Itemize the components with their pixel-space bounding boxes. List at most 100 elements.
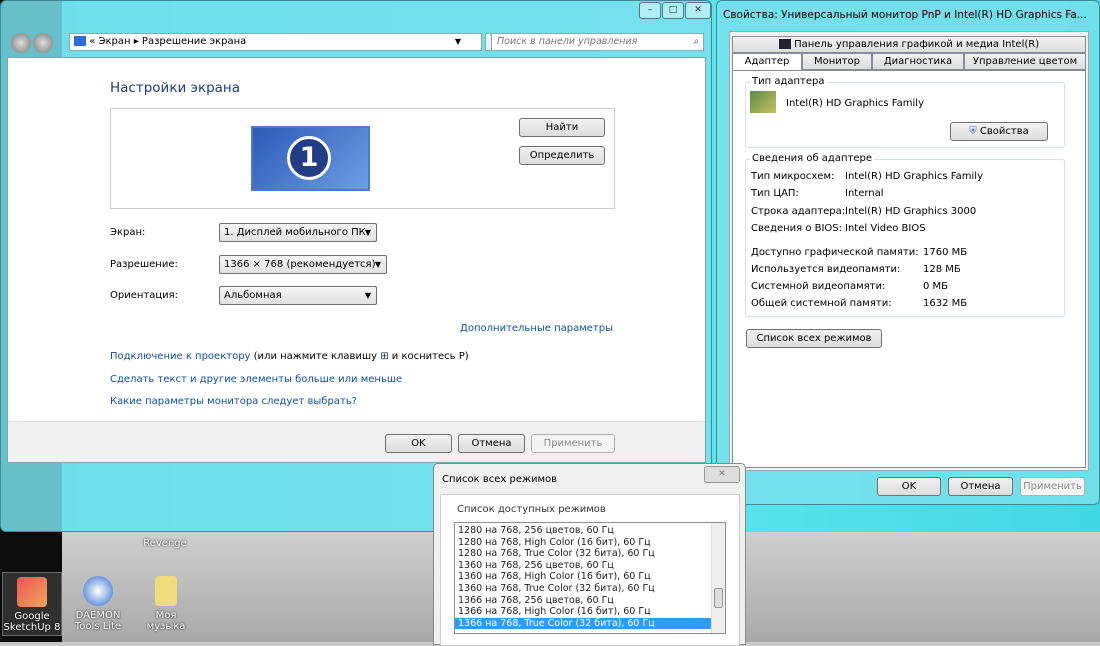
resolution-value: 1366 × 768 (рекомендуется) xyxy=(224,259,376,270)
memory-value: 1632 МБ xyxy=(923,298,968,309)
modes-list[interactable]: 1280 на 768, 256 цветов, 60 Гц 1280 на 76… xyxy=(454,522,726,634)
adapter-info-group: Сведения об адаптере xyxy=(745,153,1065,317)
monitor-preview: 1 Найти Определить xyxy=(110,108,615,209)
desktop-icon-revenge[interactable]: Revenge xyxy=(135,538,195,549)
tab-monitor[interactable]: Монитор xyxy=(802,53,872,70)
memory-value: 1760 МБ xyxy=(923,247,968,258)
display-select[interactable]: 1. Дисплей мобильного ПК ▼ xyxy=(219,223,377,242)
back-forward-buttons[interactable] xyxy=(9,31,57,55)
desktop-icon-my-music[interactable]: Моя музыка xyxy=(136,576,196,632)
memory-label: Доступно графической памяти: xyxy=(751,247,919,258)
orientation-value: Альбомная xyxy=(224,290,282,301)
apply-button[interactable]: Применить xyxy=(1020,477,1085,496)
back-icon[interactable] xyxy=(11,33,31,53)
address-bar[interactable]: « Экран ▸ Разрешение экрана ▼ xyxy=(69,33,482,51)
projector-hint: (или нажмите клавишу xyxy=(253,351,378,362)
search-input[interactable]: Поиск в панели управления ⌕ xyxy=(491,33,704,51)
info-value: Intel(R) HD Graphics 3000 xyxy=(845,206,977,217)
mode-item[interactable]: 1280 на 768, 256 цветов, 60 Гц xyxy=(455,525,712,537)
forward-icon[interactable] xyxy=(33,33,53,53)
mode-item[interactable]: 1360 на 768, True Color (32 бита), 60 Гц xyxy=(455,583,712,595)
group-title: Тип адаптера xyxy=(750,76,827,87)
button-bar: OK Отмена Применить xyxy=(8,421,705,462)
info-label: Сведения о BIOS: xyxy=(751,223,843,234)
resolution-label: Разрешение: xyxy=(110,259,178,270)
tab-diagnostics[interactable]: Диагностика xyxy=(872,53,964,70)
tab-intel-graphics-panel[interactable]: Панель управления графикой и медиа Intel… xyxy=(732,36,1086,53)
all-modes-dialog: Список всех режимов ✕ Список доступных р… xyxy=(433,463,746,646)
minimize-button[interactable]: – xyxy=(639,2,661,19)
scrollbar-thumb[interactable] xyxy=(714,588,723,608)
info-value: Intel Video BIOS xyxy=(845,223,926,234)
mode-item[interactable]: 1366 на 768, 256 цветов, 60 Гц xyxy=(455,595,712,607)
mode-item[interactable]: 1280 на 768, High Color (16 бит), 60 Гц xyxy=(455,537,712,549)
cancel-button[interactable]: Отмена xyxy=(948,477,1013,496)
orientation-select[interactable]: Альбомная ▼ xyxy=(219,286,377,305)
info-value: Intel(R) HD Graphics Family xyxy=(845,171,983,182)
projector-hint-end: и коснитесь P) xyxy=(391,351,469,362)
icon-label: DAEMON Tools Lite xyxy=(74,610,122,632)
desktop-icon-daemon-tools[interactable]: DAEMON Tools Lite xyxy=(68,576,128,632)
mode-item[interactable]: 1366 на 768, True Color (32 бита), 60 Гц xyxy=(455,617,712,630)
dialog-title: Свойства: Универсальный монитор PnP и In… xyxy=(723,9,1087,21)
tab-label: Панель управления графикой и медиа Intel… xyxy=(794,39,1040,50)
info-value: Internal xyxy=(845,188,884,199)
display-label: Экран: xyxy=(110,227,146,238)
maximize-button[interactable]: □ xyxy=(662,2,684,19)
info-label: Тип ЦАП: xyxy=(751,188,799,199)
advanced-settings-link[interactable]: Дополнительные параметры xyxy=(460,323,613,334)
tab-color-management[interactable]: Управление цветом xyxy=(964,53,1086,70)
daemon-tools-icon xyxy=(83,576,113,606)
screen-resolution-window: – □ ✕ « Экран ▸ Разрешение экрана ▼ ↻ По… xyxy=(0,0,712,532)
dialog-title: Список всех режимов xyxy=(442,474,558,485)
list-all-modes-button[interactable]: Список всех режимов xyxy=(746,329,882,348)
folder-icon xyxy=(155,576,177,606)
orientation-label: Ориентация: xyxy=(110,290,179,301)
find-button[interactable]: Найти xyxy=(519,118,605,137)
mode-item[interactable]: 1366 на 768, High Color (16 бит), 60 Гц xyxy=(455,606,712,618)
monitor-1[interactable]: 1 xyxy=(251,126,370,191)
adapter-type-group: Тип адаптера Intel(R) HD Graphics Family… xyxy=(745,76,1065,148)
search-placeholder: Поиск в панели управления xyxy=(497,36,638,47)
button-label: Свойства xyxy=(979,126,1029,137)
mode-item[interactable]: 1280 на 768, True Color (32 бита), 60 Гц xyxy=(455,548,712,560)
arrow-icon: ▸ xyxy=(133,36,142,47)
memory-value: 128 МБ xyxy=(923,264,961,275)
icon-label: Revenge xyxy=(143,538,187,549)
ok-button[interactable]: OK xyxy=(385,434,452,453)
info-label: Строка адаптера: xyxy=(751,206,846,217)
memory-value: 0 МБ xyxy=(923,281,949,292)
monitor-settings-help-link[interactable]: Какие параметры монитора следует выбрать… xyxy=(110,396,357,407)
close-button[interactable]: ✕ xyxy=(704,466,740,483)
sketchup-icon xyxy=(17,577,47,607)
control-panel-icon xyxy=(74,36,86,46)
dialog-body: Список доступных режимов 1280 на 768, 25… xyxy=(440,494,740,646)
close-button[interactable]: ✕ xyxy=(685,2,711,19)
dropdown-arrow-icon: ▼ xyxy=(364,228,371,237)
scrollbar[interactable] xyxy=(711,523,725,633)
text-size-link[interactable]: Сделать текст и другие элементы больше и… xyxy=(110,374,402,385)
mode-item[interactable]: 1360 на 768, High Color (16 бит), 60 Гц xyxy=(455,571,712,583)
content-area: Настройки экрана 1 Найти Определить Экра… xyxy=(7,57,706,463)
modes-group-title: Список доступных режимов xyxy=(457,504,606,515)
properties-button[interactable]: ⛨ Свойства xyxy=(950,122,1048,141)
identify-button[interactable]: Определить xyxy=(519,146,605,165)
shield-icon: ⛨ xyxy=(969,126,977,137)
projector-link[interactable]: Подключение к проектору xyxy=(110,351,250,362)
info-label: Тип микросхем: xyxy=(751,171,835,182)
apply-button[interactable]: Применить xyxy=(531,434,615,453)
breadcrumb-screen[interactable]: Экран xyxy=(98,36,130,47)
ok-button[interactable]: OK xyxy=(877,477,941,496)
desktop-icon-sketchup[interactable]: Google SketchUp 8 xyxy=(2,572,62,636)
mode-item[interactable]: 1360 на 768, 256 цветов, 60 Гц xyxy=(455,560,712,572)
cancel-button[interactable]: Отмена xyxy=(458,434,525,453)
memory-label: Системной видеопамяти: xyxy=(751,281,886,292)
dropdown-icon[interactable]: ▼ xyxy=(455,34,461,50)
adapter-properties-dialog: Свойства: Универсальный монитор PnP и In… xyxy=(716,0,1100,505)
monitor-number: 1 xyxy=(287,136,331,180)
breadcrumb-resolution[interactable]: Разрешение экрана xyxy=(142,36,246,47)
group-title: Сведения об адаптере xyxy=(750,153,874,164)
display-value: 1. Дисплей мобильного ПК xyxy=(224,227,366,238)
resolution-select[interactable]: 1366 × 768 (рекомендуется) ▼ xyxy=(219,255,387,274)
adapter-name: Intel(R) HD Graphics Family xyxy=(786,98,924,109)
